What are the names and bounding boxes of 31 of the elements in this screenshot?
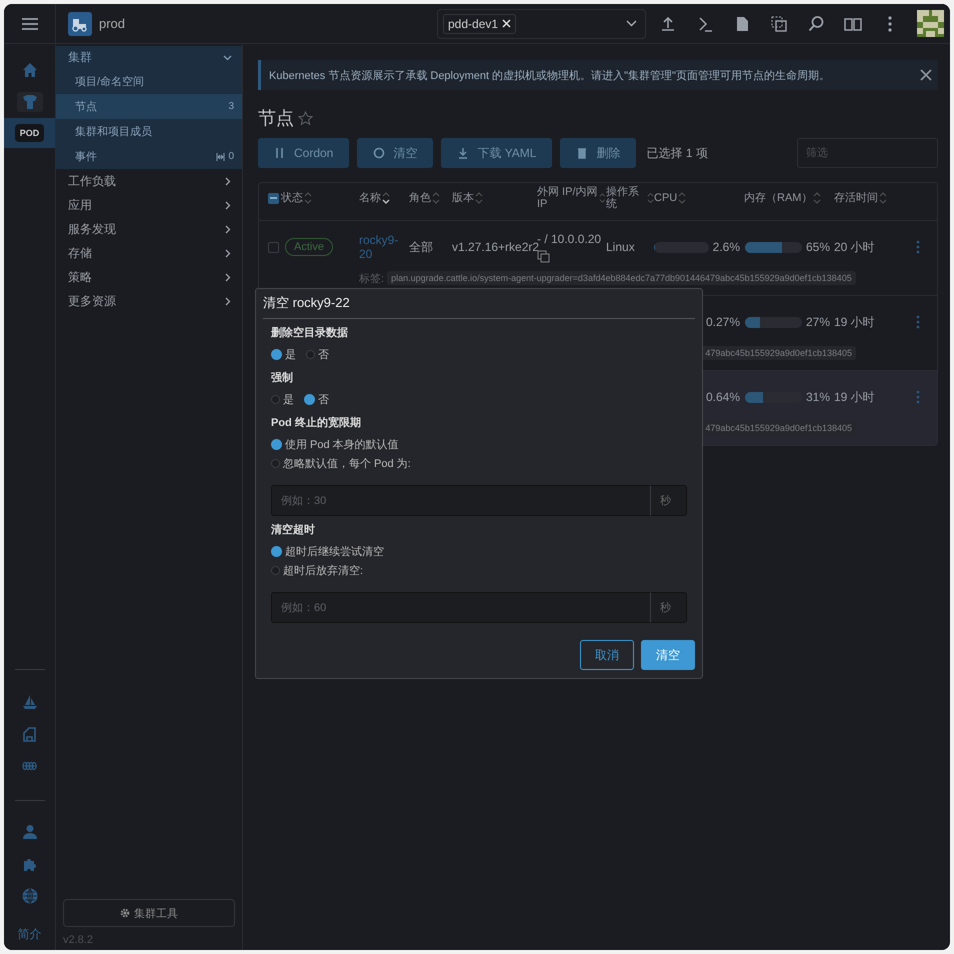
usage-reading: 0.27%: [706, 315, 740, 329]
unit-addon: 秒: [650, 592, 687, 623]
label-tag: 479abc45b155929a9d0ef1cb138405: [701, 421, 856, 435]
table-cell-text: - / 10.0.0.20: [537, 232, 602, 246]
section-title: 强制: [271, 370, 294, 385]
label-key: 标签:: [359, 270, 384, 286]
section-title: 删除空目录数据: [271, 326, 349, 340]
label-tag: plan.upgrade.cattle.io/system-agent-upgrader=d3afd4eb884edc7a77db901446479abc45b155929a9d0ef1cb138405: [387, 271, 856, 285]
dialog-title: 清空 rocky9-22: [263, 289, 695, 319]
section-title: 清空超时: [271, 522, 316, 537]
selection-count: 已选择 1 项: [646, 144, 708, 162]
unit-addon: 秒: [650, 485, 687, 516]
cluster-name: prod: [99, 16, 126, 31]
count-label: 0: [228, 151, 234, 162]
usage-reading: 65%: [806, 240, 830, 254]
page-title: 节点: [258, 107, 294, 130]
count-label: 3: [228, 101, 234, 112]
table-cell-text: 19 小时: [834, 314, 876, 330]
usage-reading: 27%: [806, 315, 830, 329]
table-cell-text: 全部: [409, 238, 434, 256]
label-tag: 479abc45b155929a9d0ef1cb138405: [701, 346, 856, 360]
banner-text: Kubernetes 节点资源展示了承载 Deployment 的虚拟机或物理机。请进入"集群管理"页面管理可用节点的生命周期。: [269, 68, 830, 82]
section-title: Pod 终止的宽限期: [271, 416, 362, 430]
usage-reading: 0.64%: [706, 390, 740, 404]
table-cell-text: 19 小时: [834, 388, 876, 406]
table-cell-text: Linux: [606, 240, 636, 254]
table-cell-text: 20 小时: [834, 238, 876, 256]
usage-reading: 2.6%: [712, 240, 740, 254]
table-cell: v1.27.16+rke2r2: [452, 240, 537, 254]
usage-reading: 31%: [806, 390, 830, 404]
status-badge: Active: [285, 238, 333, 256]
